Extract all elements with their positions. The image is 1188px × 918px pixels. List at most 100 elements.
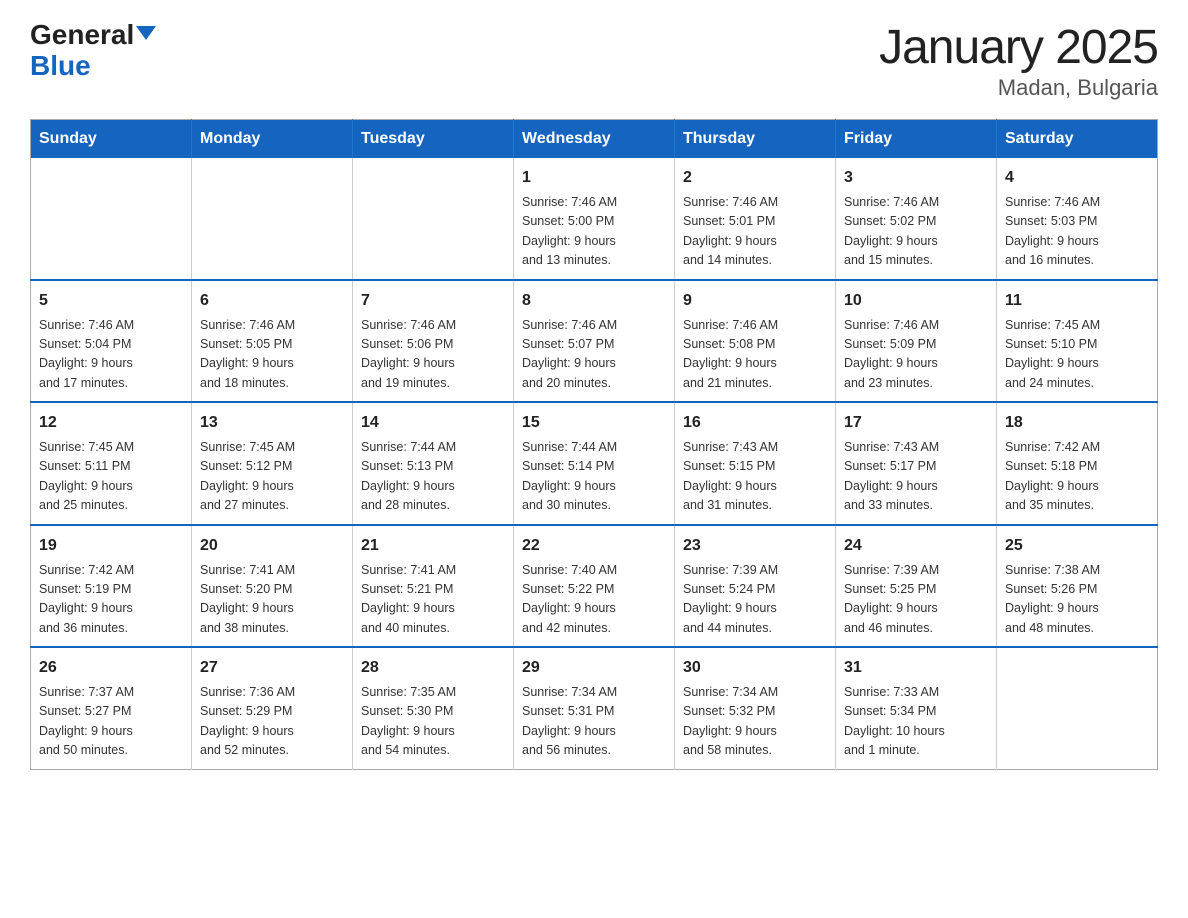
- day-number: 28: [361, 656, 505, 680]
- calendar-day-20: 20 Sunrise: 7:41 AM Sunset: 5:20 PM Dayli…: [192, 525, 353, 648]
- calendar-day-30: 30 Sunrise: 7:34 AM Sunset: 5:32 PM Dayli…: [675, 647, 836, 769]
- calendar-day-23: 23Sunrise: 7:39 AM Sunset: 5:24 PM Dayli…: [675, 525, 836, 648]
- logo-triangle-icon: [136, 26, 156, 40]
- calendar-day-empty: [192, 158, 353, 280]
- day-number: 2: [683, 166, 827, 190]
- day-number: 13: [200, 411, 344, 435]
- calendar-day-29: 29 Sunrise: 7:34 AM Sunset: 5:31 PM Dayli…: [514, 647, 675, 769]
- day-number: 27: [200, 656, 344, 680]
- calendar-day-16: 16 Sunrise: 7:43 AM Sunset: 5:15 PM Dayli…: [675, 402, 836, 525]
- day-info: Sunrise: 7:39 AM Sunset: 5:24 PM Dayligh…: [683, 561, 827, 639]
- day-number: 1: [522, 166, 666, 190]
- day-info: Sunrise: 7:46 AM Sunset: 5:04 PM Dayligh…: [39, 316, 183, 394]
- day-number: 3: [844, 166, 988, 190]
- day-number: 4: [1005, 166, 1149, 190]
- weekday-header-wednesday: Wednesday: [514, 120, 675, 159]
- weekday-header-row: SundayMondayTuesdayWednesdayThursdayFrid…: [31, 120, 1158, 159]
- day-number: 12: [39, 411, 183, 435]
- calendar-day-13: 13Sunrise: 7:45 AM Sunset: 5:12 PM Dayli…: [192, 402, 353, 525]
- day-info: Sunrise: 7:34 AM Sunset: 5:31 PM Dayligh…: [522, 683, 666, 761]
- calendar-day-empty: [31, 158, 192, 280]
- calendar-day-2: 2 Sunrise: 7:46 AM Sunset: 5:01 PM Daylig…: [675, 158, 836, 280]
- day-number: 9: [683, 289, 827, 313]
- weekday-header-friday: Friday: [836, 120, 997, 159]
- day-info: Sunrise: 7:44 AM Sunset: 5:14 PM Dayligh…: [522, 438, 666, 516]
- day-number: 10: [844, 289, 988, 313]
- calendar-day-6: 6 Sunrise: 7:46 AM Sunset: 5:05 PM Daylig…: [192, 280, 353, 403]
- day-number: 7: [361, 289, 505, 313]
- weekday-header-monday: Monday: [192, 120, 353, 159]
- day-info: Sunrise: 7:46 AM Sunset: 5:05 PM Dayligh…: [200, 316, 344, 394]
- day-number: 26: [39, 656, 183, 680]
- day-info: Sunrise: 7:42 AM Sunset: 5:19 PM Dayligh…: [39, 561, 183, 639]
- day-number: 8: [522, 289, 666, 313]
- calendar-day-3: 3 Sunrise: 7:46 AM Sunset: 5:02 PM Daylig…: [836, 158, 997, 280]
- day-number: 14: [361, 411, 505, 435]
- calendar-day-10: 10 Sunrise: 7:46 AM Sunset: 5:09 PM Dayli…: [836, 280, 997, 403]
- day-info: Sunrise: 7:38 AM Sunset: 5:26 PM Dayligh…: [1005, 561, 1149, 639]
- day-number: 19: [39, 534, 183, 558]
- day-number: 18: [1005, 411, 1149, 435]
- day-number: 30: [683, 656, 827, 680]
- calendar-week-1: 1 Sunrise: 7:46 AM Sunset: 5:00 PM Daylig…: [31, 158, 1158, 280]
- calendar-table: SundayMondayTuesdayWednesdayThursdayFrid…: [30, 119, 1158, 770]
- calendar-week-2: 5 Sunrise: 7:46 AM Sunset: 5:04 PM Daylig…: [31, 280, 1158, 403]
- day-info: Sunrise: 7:45 AM Sunset: 5:10 PM Dayligh…: [1005, 316, 1149, 394]
- calendar-week-5: 26Sunrise: 7:37 AM Sunset: 5:27 PM Dayli…: [31, 647, 1158, 769]
- calendar-day-25: 25Sunrise: 7:38 AM Sunset: 5:26 PM Dayli…: [997, 525, 1158, 648]
- calendar-day-12: 12 Sunrise: 7:45 AM Sunset: 5:11 PM Dayli…: [31, 402, 192, 525]
- day-number: 31: [844, 656, 988, 680]
- day-number: 5: [39, 289, 183, 313]
- day-info: Sunrise: 7:46 AM Sunset: 5:01 PM Dayligh…: [683, 193, 827, 271]
- day-number: 11: [1005, 289, 1149, 313]
- day-info: Sunrise: 7:35 AM Sunset: 5:30 PM Dayligh…: [361, 683, 505, 761]
- day-info: Sunrise: 7:34 AM Sunset: 5:32 PM Dayligh…: [683, 683, 827, 761]
- weekday-header-saturday: Saturday: [997, 120, 1158, 159]
- day-number: 24: [844, 534, 988, 558]
- day-info: Sunrise: 7:46 AM Sunset: 5:07 PM Dayligh…: [522, 316, 666, 394]
- day-number: 20: [200, 534, 344, 558]
- calendar-day-24: 24 Sunrise: 7:39 AM Sunset: 5:25 PM Dayli…: [836, 525, 997, 648]
- day-info: Sunrise: 7:46 AM Sunset: 5:06 PM Dayligh…: [361, 316, 505, 394]
- day-info: Sunrise: 7:46 AM Sunset: 5:02 PM Dayligh…: [844, 193, 988, 271]
- calendar-day-4: 4 Sunrise: 7:46 AM Sunset: 5:03 PM Daylig…: [997, 158, 1158, 280]
- day-info: Sunrise: 7:43 AM Sunset: 5:17 PM Dayligh…: [844, 438, 988, 516]
- calendar-day-11: 11 Sunrise: 7:45 AM Sunset: 5:10 PM Dayli…: [997, 280, 1158, 403]
- calendar-day-17: 17 Sunrise: 7:43 AM Sunset: 5:17 PM Dayli…: [836, 402, 997, 525]
- weekday-header-tuesday: Tuesday: [353, 120, 514, 159]
- day-info: Sunrise: 7:39 AM Sunset: 5:25 PM Dayligh…: [844, 561, 988, 639]
- logo: General Blue: [30, 20, 156, 82]
- day-info: Sunrise: 7:45 AM Sunset: 5:11 PM Dayligh…: [39, 438, 183, 516]
- day-info: Sunrise: 7:33 AM Sunset: 5:34 PM Dayligh…: [844, 683, 988, 761]
- calendar-day-empty: [353, 158, 514, 280]
- day-number: 17: [844, 411, 988, 435]
- day-info: Sunrise: 7:44 AM Sunset: 5:13 PM Dayligh…: [361, 438, 505, 516]
- calendar-day-14: 14 Sunrise: 7:44 AM Sunset: 5:13 PM Dayli…: [353, 402, 514, 525]
- calendar-day-8: 8 Sunrise: 7:46 AM Sunset: 5:07 PM Daylig…: [514, 280, 675, 403]
- calendar-day-empty: [997, 647, 1158, 769]
- day-info: Sunrise: 7:46 AM Sunset: 5:03 PM Dayligh…: [1005, 193, 1149, 271]
- page-header: General Blue January 2025 Madan, Bulgari…: [30, 20, 1158, 101]
- calendar-day-26: 26Sunrise: 7:37 AM Sunset: 5:27 PM Dayli…: [31, 647, 192, 769]
- day-number: 6: [200, 289, 344, 313]
- day-number: 22: [522, 534, 666, 558]
- calendar-title: January 2025: [879, 20, 1158, 75]
- day-info: Sunrise: 7:46 AM Sunset: 5:09 PM Dayligh…: [844, 316, 988, 394]
- calendar-day-21: 21Sunrise: 7:41 AM Sunset: 5:21 PM Dayli…: [353, 525, 514, 648]
- day-info: Sunrise: 7:46 AM Sunset: 5:00 PM Dayligh…: [522, 193, 666, 271]
- day-info: Sunrise: 7:41 AM Sunset: 5:20 PM Dayligh…: [200, 561, 344, 639]
- calendar-day-9: 9 Sunrise: 7:46 AM Sunset: 5:08 PM Daylig…: [675, 280, 836, 403]
- calendar-week-4: 19 Sunrise: 7:42 AM Sunset: 5:19 PM Dayli…: [31, 525, 1158, 648]
- calendar-subtitle: Madan, Bulgaria: [879, 75, 1158, 101]
- day-number: 16: [683, 411, 827, 435]
- day-info: Sunrise: 7:43 AM Sunset: 5:15 PM Dayligh…: [683, 438, 827, 516]
- day-info: Sunrise: 7:36 AM Sunset: 5:29 PM Dayligh…: [200, 683, 344, 761]
- logo-blue-text: Blue: [30, 50, 91, 81]
- day-info: Sunrise: 7:46 AM Sunset: 5:08 PM Dayligh…: [683, 316, 827, 394]
- calendar-day-15: 15 Sunrise: 7:44 AM Sunset: 5:14 PM Dayli…: [514, 402, 675, 525]
- calendar-day-31: 31 Sunrise: 7:33 AM Sunset: 5:34 PM Dayli…: [836, 647, 997, 769]
- day-number: 15: [522, 411, 666, 435]
- calendar-day-7: 7 Sunrise: 7:46 AM Sunset: 5:06 PM Daylig…: [353, 280, 514, 403]
- day-number: 29: [522, 656, 666, 680]
- weekday-header-thursday: Thursday: [675, 120, 836, 159]
